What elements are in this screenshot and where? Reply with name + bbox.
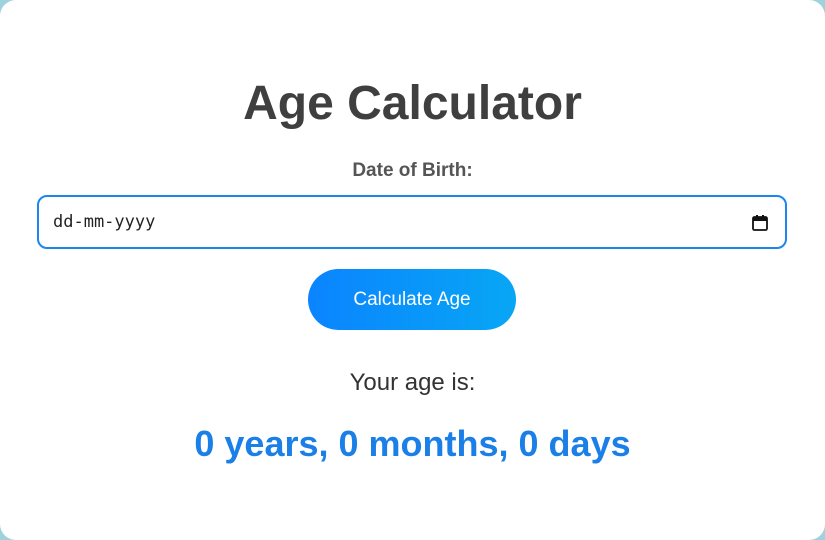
calculator-card: Age Calculator Date of Birth: dd-mm-yyyy… [0, 0, 825, 540]
calculate-age-button[interactable]: Calculate Age [308, 269, 516, 330]
calendar-icon[interactable] [751, 214, 769, 232]
date-of-birth-label: Date of Birth: [352, 160, 473, 181]
page-title: Age Calculator [243, 77, 582, 130]
date-of-birth-input[interactable]: dd-mm-yyyy [37, 195, 787, 249]
age-result-label: Your age is: [349, 369, 476, 396]
date-placeholder: dd-mm-yyyy [53, 212, 156, 232]
age-result-value: 0 years, 0 months, 0 days [194, 423, 631, 464]
